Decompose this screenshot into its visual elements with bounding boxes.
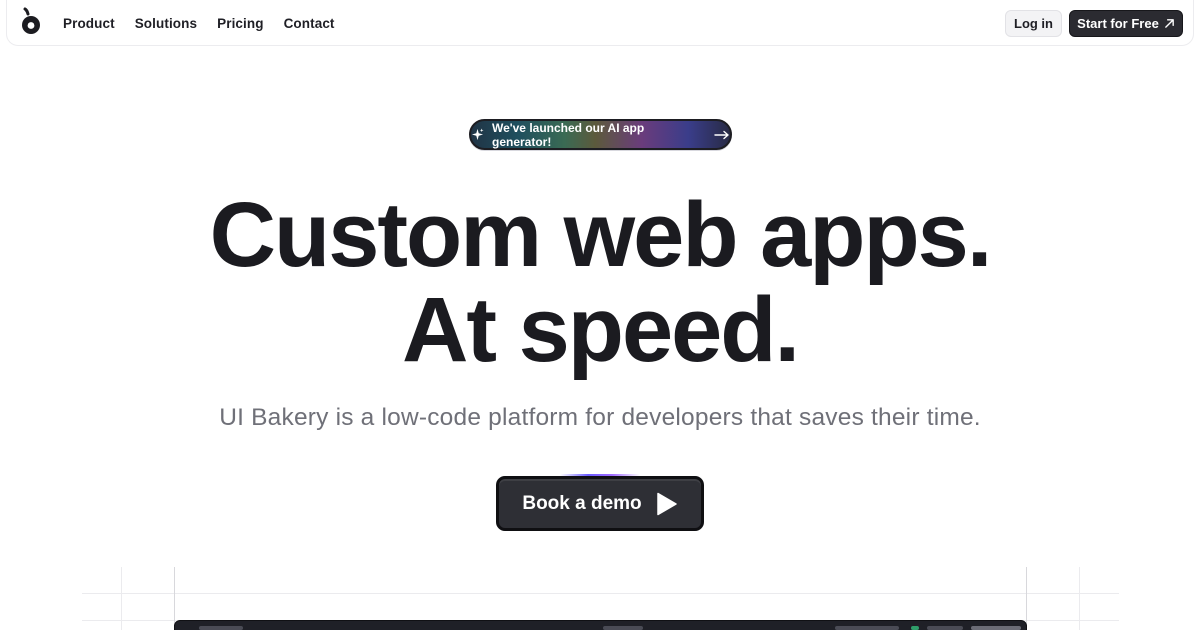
nav-item-solutions[interactable]: Solutions: [135, 16, 197, 31]
preview-toolbar-item: [199, 626, 243, 630]
announcement-pill[interactable]: We've launched our AI app generator!: [469, 119, 732, 150]
preview-toolbar-item: [835, 626, 899, 630]
hero-subtitle: UI Bakery is a low-code platform for dev…: [219, 404, 981, 431]
ui-bakery-logo-icon[interactable]: [19, 7, 43, 37]
top-navigation-bar: Product Solutions Pricing Contact Log in…: [6, 0, 1194, 46]
arrow-right-icon: [714, 130, 729, 139]
nav-item-product[interactable]: Product: [63, 16, 115, 31]
book-demo-label: Book a demo: [522, 492, 642, 514]
announcement-text: We've launched our AI app generator!: [492, 120, 645, 149]
nav-item-pricing[interactable]: Pricing: [217, 16, 263, 31]
grid-line: [1079, 567, 1080, 630]
grid-line: [121, 567, 122, 630]
play-icon: [656, 492, 677, 515]
sparkle-icon: [471, 128, 484, 141]
grid-line: [82, 593, 1119, 594]
hero-title-line-2: At speed.: [401, 279, 800, 381]
hero-title-line-1: Custom web apps.: [209, 184, 993, 286]
grid-line: [1026, 567, 1027, 630]
login-button-label: Log in: [1014, 16, 1053, 31]
grid-line: [174, 567, 175, 630]
start-button-label: Start for Free: [1077, 16, 1159, 31]
start-for-free-button[interactable]: Start for Free: [1069, 10, 1183, 37]
book-demo-button[interactable]: Book a demo: [496, 476, 704, 531]
preview-toolbar-item: [603, 626, 643, 630]
main-nav: Product Solutions Pricing Contact: [63, 0, 355, 46]
nav-item-contact[interactable]: Contact: [284, 16, 335, 31]
preview-toolbar-item: [971, 626, 1021, 630]
preview-toolbar-item: [911, 626, 919, 630]
arrow-up-right-icon: [1164, 19, 1174, 28]
preview-toolbar-item: [927, 626, 963, 630]
app-preview-window: [174, 620, 1027, 630]
login-button[interactable]: Log in: [1005, 10, 1062, 37]
